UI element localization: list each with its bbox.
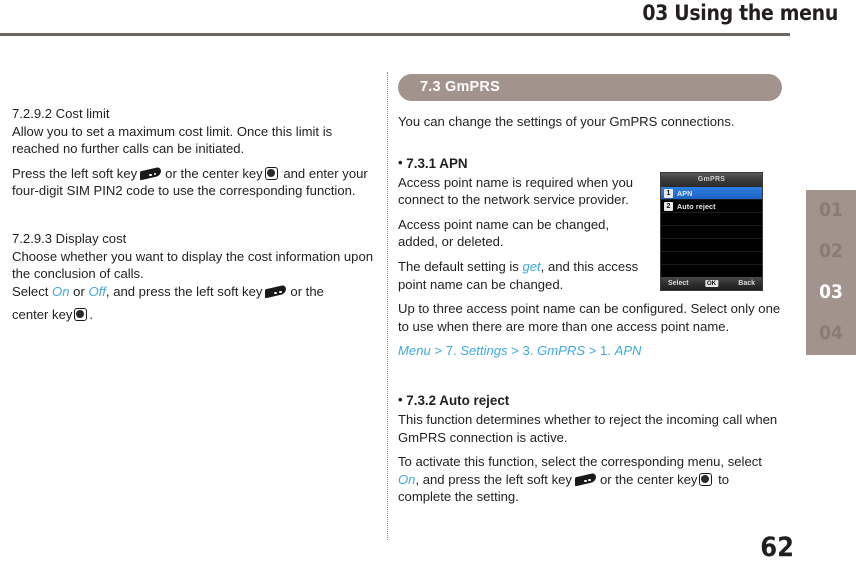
press-soft-key-text: , and press the left soft key [105, 283, 263, 299]
apn-menu-path: Menu > 7. Settings > 3. GmPRS > 1. APN [398, 342, 782, 360]
auto-reject-or-text: or the center key [599, 471, 698, 487]
phone-menu-item-number: 1 [664, 188, 673, 198]
menu-path-step2-num: 3. [522, 343, 538, 359]
menu-path-root: Menu [398, 343, 431, 359]
bullet-icon: • [398, 154, 403, 170]
page-header-chapter: 03 Using the menu [642, 1, 838, 25]
option-off: Off [88, 283, 106, 299]
menu-path-sep: > [585, 343, 601, 359]
subsection-732-title: 7.3.2 Auto reject [406, 392, 510, 408]
phone-menu-item-label: Auto reject [677, 201, 716, 211]
auto-reject-para-1: This function determines whether to reje… [398, 411, 778, 445]
phone-menu-empty-row [661, 226, 762, 239]
section-7292-keys-line: Press the left soft key or the center key… [12, 165, 374, 200]
left-column: 7.2.9.2 Cost limit Allow you to set a ma… [12, 105, 374, 326]
center-key-icon [699, 472, 713, 486]
chapter-tab-02[interactable]: 02 [806, 231, 856, 272]
apn-para-3: The default setting is get, and this acc… [398, 258, 650, 293]
section-7293-center-key-line: center key. [12, 306, 374, 324]
phone-menu-list: 1 APN 2 Auto reject [661, 187, 762, 278]
apn-default-value: get [522, 258, 541, 274]
or-the-text: or the [290, 283, 324, 299]
apn-default-prefix: The default setting is [398, 258, 519, 274]
section-7293: 7.2.9.3 Display cost Choose whether you … [12, 230, 374, 324]
chapter-tab-01[interactable]: 01 [806, 190, 856, 231]
subsection-732-heading: • 7.3.2 Auto reject [398, 392, 782, 410]
apn-para-2: Access point name can be changed, added,… [398, 216, 610, 250]
column-divider [387, 72, 388, 540]
phone-menu-item-number: 2 [664, 201, 673, 211]
center-key-icon [74, 308, 88, 322]
center-key-icon [264, 166, 278, 180]
chapter-tab-rail: 01 02 03 04 [806, 190, 856, 355]
bullet-icon: • [398, 391, 403, 407]
section-73-pill: 7.3 GmPRS [398, 74, 782, 101]
section-7292-or-text: or the center key [165, 165, 263, 181]
section-7293-body: Choose whether you want to display the c… [12, 248, 374, 282]
section-7293-heading: 7.2.9.3 Display cost [12, 230, 127, 246]
phone-menu-empty-row [661, 239, 762, 252]
menu-path-step2: GmPRS [537, 343, 586, 359]
section-7293-select-line: Select On or Off, and press the left sof… [12, 283, 374, 301]
section-7292: 7.2.9.2 Cost limit Allow you to set a ma… [12, 105, 374, 200]
phone-softkey-center[interactable]: OK [704, 280, 719, 287]
section-73-intro: You can change the settings of your GmPR… [398, 114, 735, 129]
apn-para-1: Access point name is required when you c… [398, 174, 634, 208]
option-on: On [398, 471, 416, 487]
apn-para-4: Up to three access point name can be con… [398, 301, 781, 334]
subsection-731-title: 7.3.1 APN [406, 155, 468, 171]
phone-menu-item-apn[interactable]: 1 APN [661, 187, 762, 200]
menu-path-step1: Settings [460, 343, 508, 359]
manual-page: 03 Using the menu 7.2.9.2 Cost limit All… [0, 0, 856, 569]
menu-path-sep: > [430, 343, 446, 359]
subsection-732: • 7.3.2 Auto reject This function determ… [398, 392, 782, 506]
section-7292-heading: 7.2.9.2 Cost limit [12, 106, 110, 121]
left-soft-key-icon [574, 472, 597, 487]
menu-path-step1-num: 7. [445, 343, 461, 359]
phone-screen-title: GmPRS [661, 173, 762, 187]
phone-menu-empty-row [661, 213, 762, 226]
phone-menu-item-label: APN [677, 188, 693, 198]
option-on: On [52, 283, 70, 299]
menu-path-step3: APN [614, 343, 642, 359]
left-soft-key-icon [265, 284, 287, 299]
chapter-tab-04[interactable]: 04 [806, 313, 856, 354]
chapter-tab-03[interactable]: 03 [806, 272, 856, 313]
page-number: 62 [760, 532, 794, 563]
section-7292-press-text: Press the left soft key [12, 165, 138, 181]
auto-reject-press-text: , and press the left soft key [415, 471, 572, 487]
phone-softkey-bar: Select OK Back [661, 277, 762, 290]
auto-reject-activate-text: To activate this function, select the co… [398, 454, 762, 470]
header-rule [0, 33, 790, 36]
phone-softkey-left[interactable]: Select [668, 280, 689, 287]
section-7292-body: Allow you to set a maximum cost limit. O… [12, 123, 333, 157]
center-key-label: center key [12, 307, 73, 323]
left-soft-key-icon [140, 166, 162, 181]
menu-path-sep: > [507, 343, 523, 359]
or-label: or [73, 283, 85, 299]
phone-softkey-right[interactable]: Back [738, 280, 755, 287]
phone-screenshot: GmPRS 1 APN 2 Auto reject Select OK Back [660, 172, 763, 291]
phone-menu-item-auto-reject[interactable]: 2 Auto reject [661, 200, 762, 213]
subsection-731-heading: • 7.3.1 APN [398, 155, 782, 173]
select-label: Select [12, 283, 49, 299]
phone-menu-empty-row [661, 252, 762, 265]
period: . [89, 307, 94, 323]
menu-path-step3-num: 1. [600, 343, 615, 359]
auto-reject-para-2: To activate this function, select the co… [398, 453, 782, 506]
